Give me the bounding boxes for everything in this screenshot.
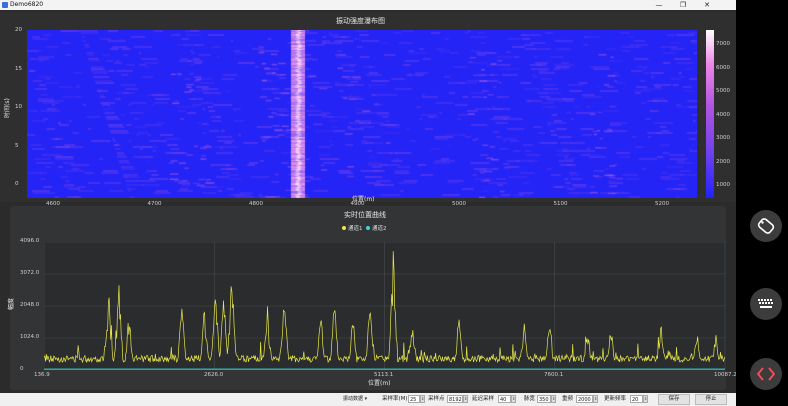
waterfall-y-tick: 20 (15, 27, 22, 33)
tag-icon (757, 218, 775, 234)
colorbar-tick: 1000 (716, 182, 730, 188)
delay-spinner[interactable]: ⇕ (511, 395, 516, 403)
pulse-width-input[interactable]: 350 (537, 395, 551, 403)
chart-x-tick: 136.9 (34, 372, 50, 378)
repeat-spinner[interactable]: ⇕ (593, 395, 598, 403)
chart-x-tick: 7600.1 (544, 372, 564, 378)
stop-button[interactable]: 停止 (695, 394, 727, 405)
floating-sidebar (736, 0, 788, 406)
chart-y-tick: 3072.0 (20, 270, 40, 276)
chart-ylabel: 幅度 (8, 297, 15, 310)
minimize-icon[interactable]: — (648, 0, 670, 10)
chart-xlabel: 位置(m) (368, 380, 391, 387)
channel2-marker-icon (366, 226, 370, 230)
app-icon (2, 2, 8, 8)
refresh-label: 更新频率 (604, 396, 627, 402)
code-brackets-icon (756, 367, 776, 381)
colorbar-tick: 3000 (716, 135, 730, 141)
legend-item-channel1[interactable]: 通道1 (342, 224, 363, 232)
colorbar-tick: 4000 (716, 111, 730, 118)
chart-y-tick: 2048.0 (20, 302, 40, 308)
legend-label-channel1: 通道1 (348, 226, 363, 232)
sample-points-label: 采样点 (428, 396, 445, 402)
sample-points-spinner[interactable]: ⇕ (463, 395, 468, 403)
refresh-spinner[interactable]: ⇕ (643, 395, 648, 403)
colorbar-tick: 7000 (716, 41, 730, 47)
waterfall-y-tick: 15 (15, 65, 22, 72)
keyboard-button[interactable] (750, 288, 782, 320)
waterfall-heatmap (27, 30, 697, 198)
legend-item-channel2[interactable]: 通道2 (366, 224, 387, 232)
sample-rate-spinner[interactable]: ⇕ (420, 395, 425, 403)
sample-points-input[interactable]: 8192 (447, 395, 463, 403)
chart-title: 实时位置曲线 (344, 211, 386, 219)
sticker-button[interactable] (750, 210, 782, 242)
maximize-icon[interactable]: ❐ (672, 0, 694, 10)
sample-rate-label: 采样率(M) (382, 396, 408, 402)
waterfall-y-tick: 5 (15, 142, 19, 149)
channel1-marker-icon (342, 226, 346, 230)
waterfall-title: 振动强度瀑布图 (336, 17, 385, 25)
repeat-label: 重频 (562, 396, 574, 402)
waterfall-y-tick: 10 (15, 104, 22, 110)
amplitude-line-chart (44, 242, 725, 370)
pulse-width-label: 脉宽 (524, 396, 536, 402)
close-icon[interactable]: ✕ (696, 0, 718, 10)
code-button[interactable] (750, 358, 782, 390)
colorbar (706, 30, 714, 198)
save-button[interactable]: 保存 (658, 394, 690, 405)
delay-label: 延迟采样 (472, 396, 495, 402)
chart-y-tick: 1024.0 (20, 334, 40, 340)
legend-label-channel2: 通道2 (372, 226, 387, 232)
waterfall-panel: 振动强度瀑布图 时间(s) 20 15 10 5 0 4600 4700 4800 4900 5… (0, 12, 736, 207)
waterfall-y-tick: 0 (15, 181, 19, 187)
chart-x-tick: 10087.2 (714, 372, 736, 378)
chart-y-tick: 4096.0 (20, 238, 40, 244)
pulse-width-spinner[interactable]: ⇕ (551, 395, 556, 403)
chart-x-tick: 2626.0 (204, 372, 224, 378)
waterfall-xlabel: 位置(m) (352, 196, 375, 203)
mode-select[interactable]: 振动数据 ▾ (342, 395, 378, 403)
colorbar-tick: 6000 (716, 64, 730, 71)
app-window: Demo6820 — ❐ ✕ 振动强度瀑布图 时间(s) 20 15 10 5 0 46… (0, 0, 736, 406)
waterfall-ylabel: 时间(s) (4, 98, 11, 118)
repeat-input[interactable]: 2000 (576, 395, 593, 403)
window-title: Demo6820 (10, 1, 44, 8)
colorbar-tick: 2000 (716, 158, 730, 165)
keyboard-icon (758, 299, 773, 308)
refresh-input[interactable]: 20 (630, 395, 643, 403)
chart-y-tick: 0 (20, 366, 24, 372)
delay-input[interactable]: 40 (498, 395, 511, 403)
sample-rate-input[interactable]: 25 (408, 395, 420, 403)
colorbar-tick: 5000 (716, 88, 730, 94)
line-chart-panel: 实时位置曲线 通道1 通道2 幅度 4096.0 3072.0 2048.0 1024… (8, 206, 736, 390)
title-bar: Demo6820 — ❐ ✕ (0, 0, 736, 10)
control-toolbar: 振动数据 ▾ 采样率(M) 25 ⇕ 采样点 8192 ⇕ 延迟采样 40 ⇕ … (0, 393, 736, 406)
